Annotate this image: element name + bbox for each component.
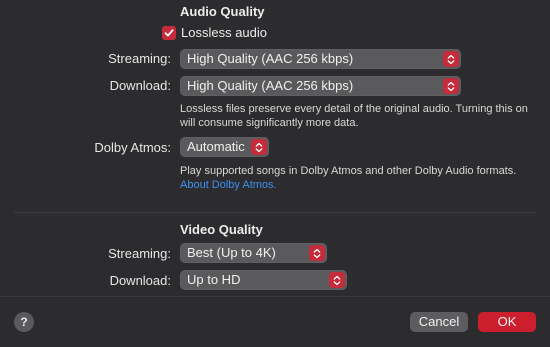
video-quality-title: Video Quality: [180, 222, 263, 237]
lossless-audio-checkbox[interactable]: [162, 25, 176, 40]
video-download-value: Up to HD: [187, 272, 241, 287]
chevron-updown-icon: [443, 78, 459, 94]
chevron-updown-icon: [251, 139, 267, 155]
lossless-audio-label: Lossless audio: [181, 25, 267, 40]
chevron-updown-icon: [329, 272, 345, 288]
audio-download-label: Download:: [109, 78, 171, 93]
chevron-updown-icon: [443, 51, 459, 67]
video-download-label: Download:: [109, 273, 171, 288]
audio-download-value: High Quality (AAC 256 kbps): [187, 78, 354, 93]
video-streaming-label: Streaming:: [108, 246, 171, 261]
chevron-updown-icon: [309, 245, 325, 261]
video-streaming-value: Best (Up to 4K): [187, 245, 276, 260]
checkmark-icon: [164, 28, 174, 36]
lossless-desc-line2: will consume significantly more data.: [180, 117, 359, 129]
help-button[interactable]: ?: [14, 312, 34, 332]
audio-streaming-select[interactable]: High Quality (AAC 256 kbps): [180, 49, 461, 69]
dolby-atmos-select[interactable]: Automatic: [180, 137, 269, 157]
audio-download-select[interactable]: High Quality (AAC 256 kbps): [180, 76, 461, 96]
dolby-description: Play supported songs in Dolby Atmos and …: [180, 164, 540, 192]
ok-button[interactable]: OK: [478, 312, 536, 332]
about-dolby-atmos-link[interactable]: About Dolby Atmos.: [180, 178, 540, 192]
video-download-select[interactable]: Up to HD: [180, 270, 347, 290]
footer-divider: [0, 296, 550, 297]
cancel-button[interactable]: Cancel: [410, 312, 468, 332]
video-streaming-select[interactable]: Best (Up to 4K): [180, 243, 327, 263]
section-divider: [14, 212, 536, 213]
dolby-atmos-value: Automatic: [187, 139, 245, 154]
audio-quality-title: Audio Quality: [180, 4, 265, 19]
lossless-audio-row[interactable]: Lossless audio: [162, 25, 267, 40]
lossless-description: Lossless files preserve every detail of …: [180, 102, 540, 130]
dolby-atmos-label: Dolby Atmos:: [94, 140, 171, 155]
lossless-desc-line1: Lossless files preserve every detail of …: [180, 103, 528, 115]
audio-streaming-label: Streaming:: [108, 51, 171, 66]
audio-streaming-value: High Quality (AAC 256 kbps): [187, 51, 354, 66]
dolby-desc-text: Play supported songs in Dolby Atmos and …: [180, 165, 517, 177]
